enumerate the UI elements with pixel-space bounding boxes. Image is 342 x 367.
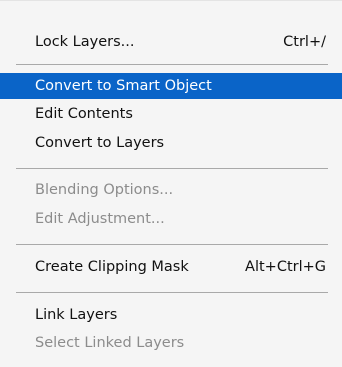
menu-item-label: Select Linked Layers (35, 335, 185, 351)
menu-item-link-layers[interactable]: Link Layers (0, 302, 342, 328)
menu-item-label: Lock Layers... (35, 34, 135, 50)
menu-item-label: Link Layers (35, 307, 118, 323)
menu-item-shortcut: Ctrl+/ (283, 34, 326, 50)
menu-item-label: Convert to Layers (35, 135, 165, 151)
menu-item-label: Edit Contents (35, 106, 133, 122)
menu-item-shortcut: Alt+Ctrl+G (245, 259, 326, 275)
menu-item-select-linked-layers[interactable]: Select Linked Layers (0, 330, 342, 356)
menu-separator (16, 244, 328, 245)
menu-item-convert-to-layers[interactable]: Convert to Layers (0, 130, 342, 156)
menu-item-edit-contents[interactable]: Edit Contents (0, 101, 342, 127)
menu-item-label: Edit Adjustment... (35, 211, 165, 227)
menu-separator (16, 168, 328, 169)
menu-top-edge (0, 0, 342, 1)
menu-item-edit-adjustment[interactable]: Edit Adjustment... (0, 206, 342, 232)
menu-item-create-clipping-mask[interactable]: Create Clipping Mask Alt+Ctrl+G (0, 254, 342, 280)
menu-item-label: Create Clipping Mask (35, 259, 189, 275)
context-menu: Lock Layers... Ctrl+/ Convert to Smart O… (0, 0, 342, 367)
menu-item-convert-to-smart-object[interactable]: Convert to Smart Object (0, 73, 342, 99)
menu-separator (16, 64, 328, 65)
menu-item-label: Convert to Smart Object (35, 78, 212, 94)
menu-item-lock-layers[interactable]: Lock Layers... Ctrl+/ (0, 29, 342, 55)
menu-item-blending-options[interactable]: Blending Options... (0, 177, 342, 203)
menu-separator (16, 292, 328, 293)
menu-item-label: Blending Options... (35, 182, 174, 198)
